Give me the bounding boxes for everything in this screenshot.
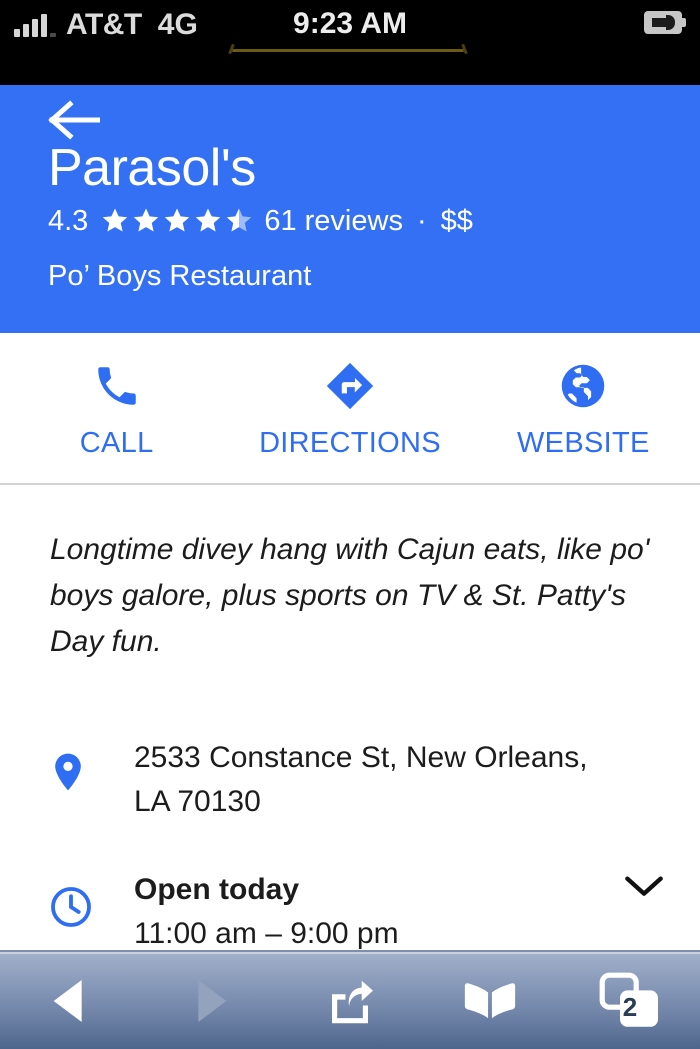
browser-toolbar: 2 <box>0 950 700 1049</box>
directions-label: DIRECTIONS <box>259 427 441 459</box>
call-button[interactable]: CALL <box>0 333 233 483</box>
address-line-1: 2533 Constance St, New Orleans, <box>134 741 588 774</box>
place-description: Longtime divey hang with Cajun eats, lik… <box>50 533 650 658</box>
reviews-count: 61 reviews <box>264 205 403 237</box>
place-header: Parasol's 4.3 61 reviews · $$ Po’ Boys R… <box>0 85 700 333</box>
directions-button[interactable]: DIRECTIONS <box>233 333 466 483</box>
separator-dot: · <box>416 205 427 237</box>
phone-icon <box>92 361 142 411</box>
star-icon <box>131 206 161 236</box>
back-triangle-icon[interactable] <box>0 951 140 1049</box>
forward-triangle-icon[interactable] <box>140 951 280 1049</box>
star-icon <box>162 206 192 236</box>
address-text: 2533 Constance St, New Orleans, LA 70130 <box>134 728 670 824</box>
share-icon[interactable] <box>280 951 420 1049</box>
website-label: WEBSITE <box>517 427 650 459</box>
star-half-icon <box>224 206 254 236</box>
screen-artifact-line <box>232 49 464 52</box>
rating-value: 4.3 <box>48 205 89 237</box>
bookmarks-book-icon[interactable] <box>420 951 560 1049</box>
star-rating <box>100 206 254 236</box>
action-bar: CALL DIRECTIONS WEBSITE <box>0 333 700 485</box>
call-label: CALL <box>79 427 154 459</box>
tabs-icon[interactable]: 2 <box>560 951 700 1049</box>
globe-icon <box>558 361 608 411</box>
status-bar: AT&T 4G 9:23 AM <box>0 0 700 85</box>
directions-icon <box>324 361 376 411</box>
status-bar-clock: 9:23 AM <box>293 7 407 40</box>
address-line-2: LA 70130 <box>134 785 261 818</box>
address-row[interactable]: 2533 Constance St, New Orleans, LA 70130 <box>0 710 700 842</box>
page-title: Parasol's <box>48 139 256 197</box>
info-list: 2533 Constance St, New Orleans, LA 70130… <box>0 710 700 974</box>
price-level: $$ <box>440 205 473 237</box>
hours-text: Open today 11:00 am – 9:00 pm <box>134 860 618 956</box>
chevron-down-icon[interactable] <box>618 860 670 900</box>
location-pin-icon <box>48 728 134 800</box>
battery-charging-icon <box>644 11 686 34</box>
back-arrow-icon[interactable] <box>48 98 100 142</box>
clock-icon <box>48 860 134 930</box>
place-category: Po’ Boys Restaurant <box>48 260 312 292</box>
tab-count-badge: 2 <box>622 991 638 1022</box>
star-icon <box>100 206 130 236</box>
star-icon <box>193 206 223 236</box>
hours-status: Open today <box>134 873 300 906</box>
website-button[interactable]: WEBSITE <box>467 333 700 483</box>
rating-row: 4.3 61 reviews · $$ <box>48 203 473 239</box>
safari-browser-screen: AT&T 4G 9:23 AM Parasol's 4.3 61 reviews… <box>0 0 700 1049</box>
